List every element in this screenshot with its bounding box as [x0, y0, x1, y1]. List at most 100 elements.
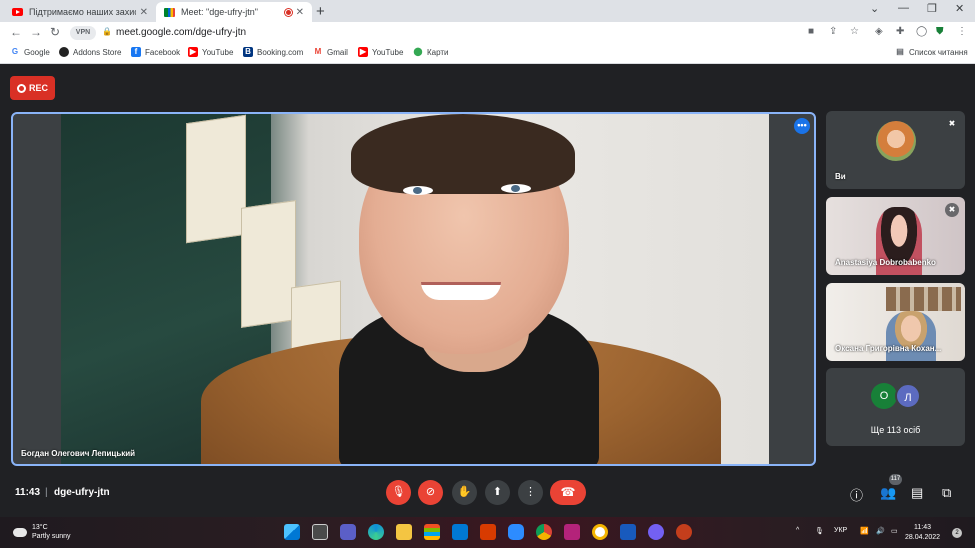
participant-tile-self[interactable]: ✖ Ви	[826, 111, 965, 189]
close-window-icon[interactable]: ✕	[955, 2, 964, 15]
speaker-video-feed	[61, 114, 769, 464]
profile-icon[interactable]: ◯	[916, 26, 927, 37]
vpn-badge[interactable]: VPN	[70, 26, 96, 40]
participant-tile[interactable]: ✖ Anastasiya Dobrobabenko	[826, 197, 965, 275]
powerpoint-icon[interactable]	[676, 524, 692, 540]
youtube-icon: ▶	[358, 47, 368, 57]
meet-window: REC ••• Богдан Олегович Лепицький ✖ Ви ✖…	[0, 65, 975, 517]
chrome-profile-icon[interactable]	[592, 524, 608, 540]
more-options-icon[interactable]: •••	[794, 118, 810, 134]
close-tab-icon[interactable]: ✕	[296, 7, 304, 18]
word-icon[interactable]	[620, 524, 636, 540]
address-bar[interactable]: meet.google.com/dge-ufry-jtn	[116, 27, 246, 38]
wifi-icon[interactable]: 📶	[860, 527, 869, 535]
task-view-icon[interactable]	[312, 524, 328, 540]
recording-indicator-icon	[284, 8, 292, 16]
speaker-name: Богдан Олегович Лепицький	[21, 449, 136, 458]
maximize-icon[interactable]: ❐	[927, 2, 937, 15]
office-icon[interactable]	[480, 524, 496, 540]
chat-icon[interactable]: ▤	[911, 485, 923, 501]
camera-in-use-icon[interactable]: ■	[808, 26, 814, 37]
youtube-favicon-icon	[12, 8, 23, 16]
browser-tab-bar: Підтримаємо наших захисників ✕ Meet: "dg…	[0, 0, 975, 22]
reading-list[interactable]: ▤ Список читання	[895, 47, 967, 57]
tab-search-icon[interactable]: ⌄	[870, 2, 879, 15]
meet-favicon-icon	[164, 7, 175, 17]
close-tab-icon[interactable]: ✕	[140, 7, 148, 18]
more-options-button[interactable]: ⋮	[518, 480, 543, 505]
menu-kebab-icon[interactable]: ⋮	[957, 26, 967, 37]
extensions-puzzle-icon[interactable]: ✚	[896, 26, 904, 37]
present-screen-button[interactable]: ⬆	[485, 480, 510, 505]
lock-icon[interactable]: 🔒	[102, 27, 112, 36]
participant-tile[interactable]: Оксана Григорівна Кохан...	[826, 283, 965, 361]
bookmark-star-icon[interactable]: ☆	[850, 26, 859, 37]
google-icon: G	[11, 47, 19, 56]
tab-title: Підтримаємо наших захисників	[29, 7, 136, 17]
raise-hand-button[interactable]: ✋	[452, 480, 477, 505]
windows-taskbar: 13°C Partly sunny ^ 🎙 УКР 📶 🔊 ▭ 11:43 28.…	[0, 517, 975, 548]
main-speaker-video[interactable]: ••• Богдан Олегович Лепицький	[11, 112, 816, 466]
tab-title: Meet: "dge-ufry-jtn"	[181, 7, 258, 17]
speaker-figure	[181, 114, 721, 464]
meeting-time: 11:43	[15, 487, 41, 498]
bookmark-google[interactable]: G Google	[10, 47, 50, 57]
show-hidden-icons-icon[interactable]: ^	[796, 527, 799, 534]
file-explorer-icon[interactable]	[396, 524, 412, 540]
meeting-code: dge-ufry-jtn	[54, 487, 110, 498]
chat-teams-icon[interactable]	[340, 524, 356, 540]
volume-icon[interactable]: 🔊	[876, 527, 885, 535]
bookmark-addons-store[interactable]: Addons Store	[59, 47, 121, 57]
bookmark-gmail[interactable]: M Gmail	[313, 47, 348, 57]
people-icon[interactable]: 👥	[880, 485, 896, 501]
mic-muted-icon: ✖	[945, 117, 959, 131]
maps-pin-icon: ⬤	[413, 47, 423, 56]
others-count: Ще 113 осіб	[870, 425, 921, 435]
avatar: Л	[895, 383, 921, 409]
meet-control-bar: 11:43 | dge-ufry-jtn 🎙 ⊘ ✋ ⬆ ⋮ ☎ ⓘ 👥 117…	[15, 474, 952, 505]
camera-off-button[interactable]: ⊘	[418, 480, 443, 505]
booking-icon: B	[243, 47, 253, 57]
tab-youtube[interactable]: Підтримаємо наших захисників ✕	[4, 2, 156, 22]
microphone-tray-icon[interactable]: 🎙	[815, 527, 824, 535]
mic-off-button[interactable]: 🎙	[386, 480, 411, 505]
avatar: О	[871, 383, 897, 409]
edge-icon[interactable]	[368, 524, 384, 540]
mail-icon[interactable]	[452, 524, 468, 540]
extension-shield-icon[interactable]: ◈	[875, 26, 883, 37]
new-tab-button[interactable]: +	[316, 3, 325, 20]
avatar	[876, 121, 916, 161]
gmail-icon: M	[314, 47, 322, 56]
battery-icon[interactable]: ▭	[891, 527, 898, 535]
app-icon[interactable]	[564, 524, 580, 540]
weather-widget[interactable]: 13°C Partly sunny	[10, 523, 71, 541]
adblock-shield-icon[interactable]: ⛊	[936, 26, 944, 37]
notification-badge[interactable]: 2	[952, 528, 962, 538]
meeting-details-icon[interactable]: ⓘ	[850, 485, 863, 504]
store-icon[interactable]	[424, 524, 440, 540]
chrome-icon[interactable]	[536, 524, 552, 540]
bookmark-maps[interactable]: ⬤ Карти	[413, 47, 449, 57]
input-language[interactable]: УКР	[834, 527, 847, 534]
reload-icon[interactable]: ↻	[50, 25, 60, 39]
forward-icon[interactable]: →	[30, 25, 42, 39]
facebook-icon: f	[131, 47, 141, 57]
viber-icon[interactable]	[648, 524, 664, 540]
bookmark-youtube[interactable]: ▶ YouTube	[188, 47, 233, 57]
share-icon[interactable]: ⇪	[829, 26, 837, 37]
system-clock[interactable]: 11:43 28.04.2022	[905, 523, 940, 543]
others-tile[interactable]: О Л Ще 113 осіб	[826, 368, 965, 446]
reading-list-icon: ▤	[896, 47, 904, 56]
zoom-icon[interactable]	[508, 524, 524, 540]
minimize-icon[interactable]: —	[898, 2, 909, 14]
tab-meet[interactable]: Meet: "dge-ufry-jtn" ✕	[156, 2, 312, 22]
leave-call-button[interactable]: ☎	[550, 480, 586, 505]
back-icon[interactable]: ←	[10, 25, 22, 39]
bookmark-youtube-2[interactable]: ▶ YouTube	[358, 47, 403, 57]
recording-badge[interactable]: REC	[10, 76, 55, 100]
windows-start-icon[interactable]	[284, 524, 300, 540]
bookmark-booking[interactable]: B Booking.com	[243, 47, 303, 57]
activities-icon[interactable]: ⧉	[942, 485, 951, 501]
partly-sunny-icon	[10, 524, 27, 537]
bookmark-facebook[interactable]: f Facebook	[131, 47, 180, 57]
